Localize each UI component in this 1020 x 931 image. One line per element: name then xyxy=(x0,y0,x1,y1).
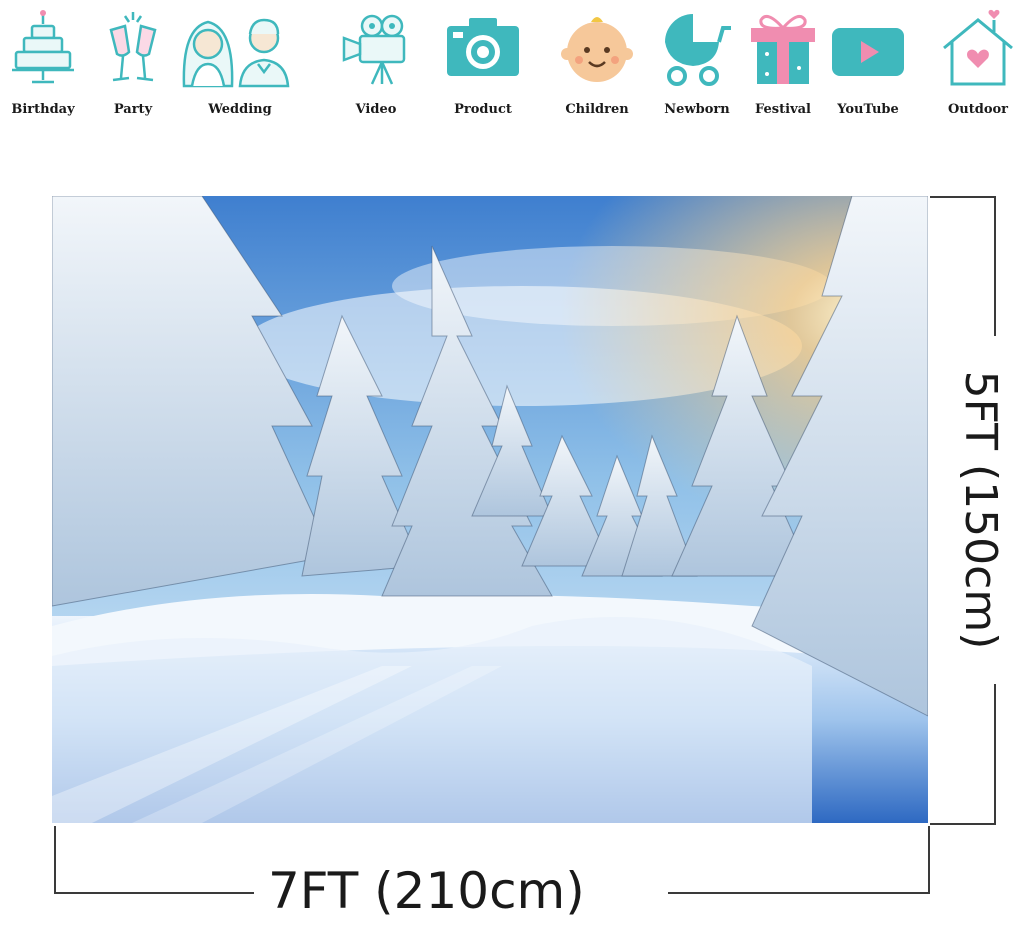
category-party: Party xyxy=(85,8,181,128)
height-dimension-line-upper xyxy=(994,196,996,336)
width-dimension-line-left xyxy=(54,892,254,894)
category-newborn: Newborn xyxy=(649,8,745,128)
baby-stroller-icon xyxy=(665,14,731,86)
category-outdoor: Outdoor xyxy=(930,8,1020,128)
width-dimension-right-tick xyxy=(928,826,930,894)
category-product: Product xyxy=(435,8,531,128)
category-children: Children xyxy=(549,8,645,128)
height-dimension-label: 5FT (150cm) xyxy=(955,370,1006,650)
category-video: Video xyxy=(328,8,424,128)
category-label: Product xyxy=(454,102,512,117)
height-dimension-bottom-tick xyxy=(930,823,996,825)
category-label: Wedding xyxy=(208,102,272,117)
gift-box-icon xyxy=(751,14,815,84)
height-dimension-line-lower xyxy=(994,684,996,825)
baby-face-icon xyxy=(561,17,633,82)
category-label: YouTube xyxy=(837,102,899,117)
width-dimension-line-right xyxy=(668,892,930,894)
category-label: Children xyxy=(565,102,629,117)
bride-groom-icon xyxy=(182,18,290,88)
snowy-forest-photo xyxy=(52,196,928,823)
video-camera-icon xyxy=(342,14,406,85)
category-festival: Festival xyxy=(735,8,831,128)
category-label: Festival xyxy=(755,102,811,117)
category-wedding: Wedding xyxy=(182,8,290,128)
cake-icon xyxy=(12,10,74,84)
play-button-icon xyxy=(832,28,904,76)
width-dimension-label: 7FT (210cm) xyxy=(268,862,585,920)
category-youtube: YouTube xyxy=(820,8,916,128)
champagne-glasses-icon xyxy=(109,12,157,82)
width-dimension-left-tick xyxy=(54,826,56,894)
category-label: Party xyxy=(113,102,153,117)
category-label: Newborn xyxy=(664,102,730,117)
photo-camera-icon xyxy=(447,18,519,76)
house-heart-icon xyxy=(943,9,1013,86)
category-icon-row: Birthday Party Wedding Video Product Chi… xyxy=(0,0,1020,130)
category-birthday: Birthday xyxy=(0,8,91,128)
category-label: Video xyxy=(355,102,397,117)
category-label: Outdoor xyxy=(947,102,1009,117)
height-dimension-top-tick xyxy=(930,196,996,198)
category-label: Birthday xyxy=(11,102,75,117)
